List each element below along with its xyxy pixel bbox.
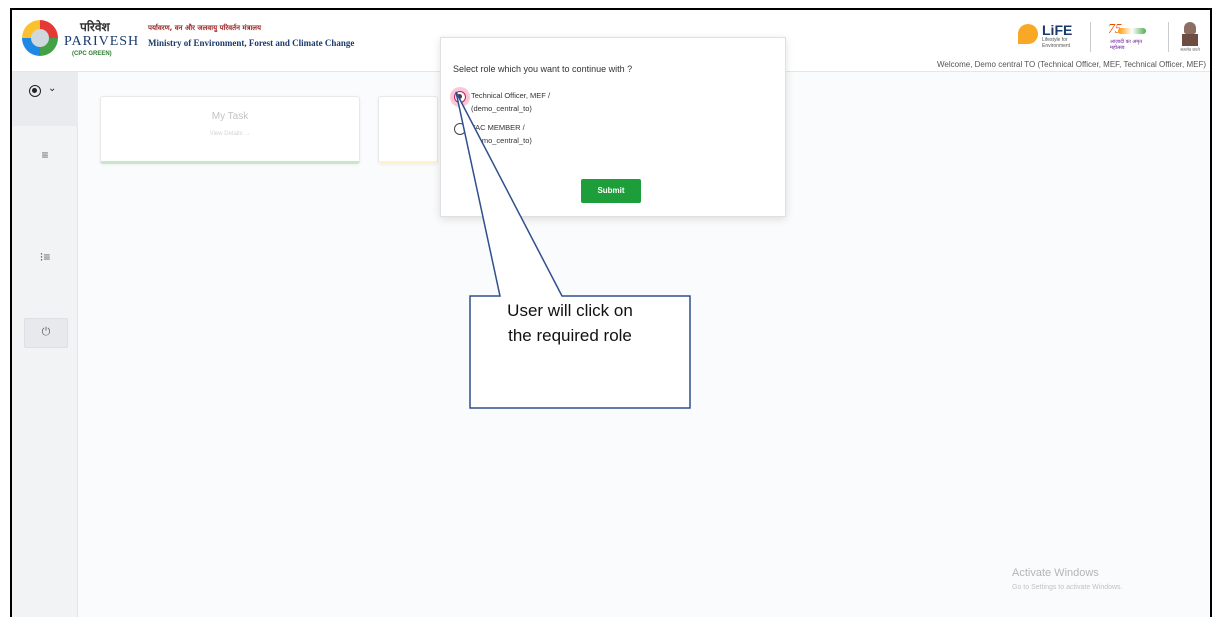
callout-text: User will click on the required role	[507, 301, 633, 345]
document-frame: परिवेश PARIVESH (CPC GREEN) पर्यावरण, वन…	[0, 0, 1216, 617]
callout-box	[455, 91, 691, 409]
